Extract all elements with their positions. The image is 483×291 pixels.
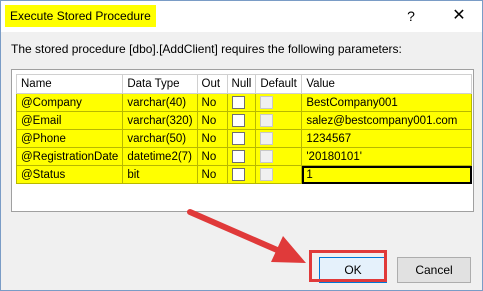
annotation-arrow-icon xyxy=(187,209,306,263)
